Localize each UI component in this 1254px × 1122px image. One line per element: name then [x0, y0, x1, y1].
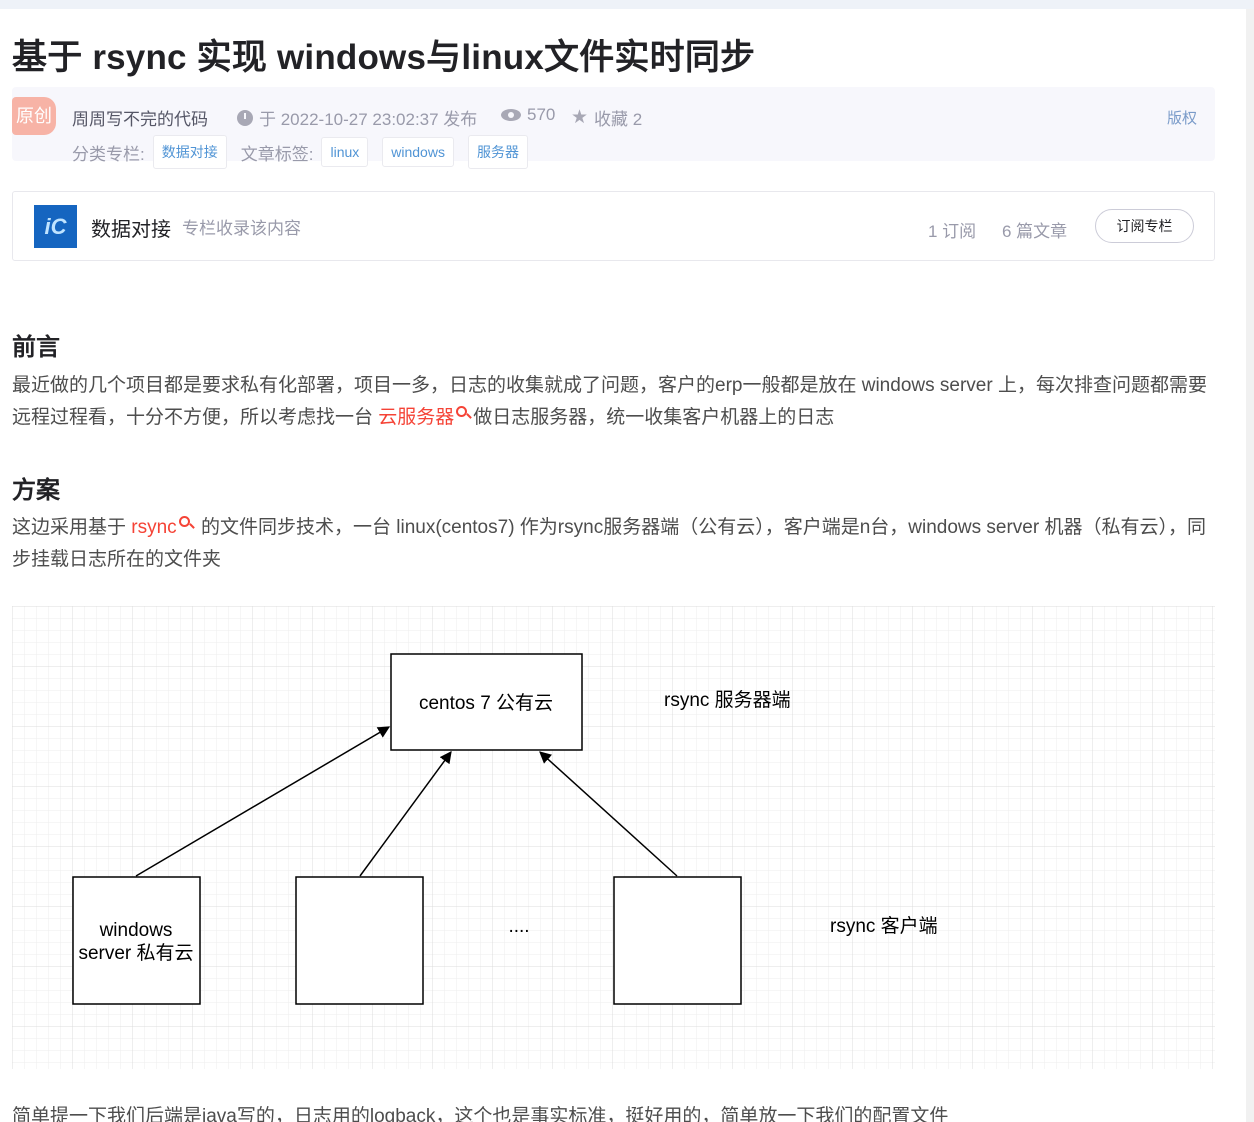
category-label: 分类专栏:: [72, 144, 145, 164]
view-count-text: 570: [527, 105, 556, 124]
paragraph-plan: 这边采用基于 rsync 的文件同步技术，一台 linux(centos7) 作…: [12, 512, 1217, 576]
favorite-count-text: 收藏 2: [594, 110, 643, 129]
server-node: centos 7 公有云: [390, 653, 583, 751]
paragraph-preface-text-b: 做日志服务器，统一收集客户机器上的日志: [473, 407, 835, 428]
tag-server[interactable]: 服务器: [467, 135, 528, 169]
paragraph-config-intro: 简单提一下我们后端是java写的，日志用的logback，这个也是事实标准，挺好…: [12, 1106, 949, 1122]
client-node-2: [295, 876, 424, 1005]
article-meta: 原创 周周写不完的代码 于 2022-10-27 23:02:37 发布 570…: [12, 87, 1215, 169]
client-node-windows-line1: windows: [99, 920, 173, 941]
column-name[interactable]: 数据对接: [91, 213, 171, 242]
client-node-windows: windows server 私有云: [72, 876, 201, 1005]
rsync-link[interactable]: rsync: [131, 517, 176, 538]
author-link[interactable]: 周周写不完的代码: [72, 105, 208, 130]
eye-icon: [501, 109, 521, 121]
server-node-label: centos 7 公有云: [419, 692, 553, 714]
clock-icon: [237, 109, 253, 126]
architecture-diagram: centos 7 公有云 rsync 服务器端 windows server 私…: [12, 606, 1215, 1069]
heading-plan: 方案: [12, 477, 60, 504]
cloud-server-link[interactable]: 云服务器: [378, 407, 454, 428]
paragraph-plan-text-a: 这边采用基于: [12, 517, 132, 538]
client-ellipsis: ....: [508, 916, 529, 937]
search-icon[interactable]: [178, 516, 190, 527]
article-title: 基于 rsync 实现 windows与linux文件实时同步: [12, 38, 756, 77]
column-article-count: 6 篇文章: [1002, 222, 1068, 241]
publish-date-text: 于 2022-10-27 23:02:37 发布: [259, 110, 478, 129]
server-side-label: rsync 服务器端: [664, 689, 791, 711]
column-logo[interactable]: iC: [34, 205, 77, 248]
client-node-windows-line2: server 私有云: [78, 942, 193, 964]
category-tag[interactable]: 数据对接: [152, 135, 227, 169]
copyright-link[interactable]: 版权: [1167, 107, 1197, 128]
tag-windows[interactable]: windows: [382, 137, 454, 167]
search-icon[interactable]: [456, 406, 468, 417]
client-side-label: rsync 客户端: [830, 915, 938, 937]
scrollbar-track[interactable]: [1246, 9, 1254, 1122]
tag-linux[interactable]: linux: [321, 137, 369, 167]
client-node-n: [613, 876, 742, 1005]
article-page: 基于 rsync 实现 windows与linux文件实时同步 原创 周周写不完…: [0, 9, 1246, 1122]
column-card: iC 数据对接 专栏收录该内容 1 订阅 6 篇文章 订阅专栏: [12, 191, 1215, 261]
column-desc: 专栏收录该内容: [182, 219, 301, 238]
column-subscribers: 1 订阅: [928, 222, 977, 241]
category-tags-row: 分类专栏: 数据对接 文章标签: linux windows 服务器: [72, 135, 542, 169]
tags-label: 文章标签:: [240, 144, 314, 164]
star-icon: ★: [571, 107, 589, 128]
favorite-button[interactable]: ★ 收藏 2: [571, 105, 642, 130]
subscribe-column-button[interactable]: 订阅专栏: [1095, 209, 1194, 243]
heading-preface: 前言: [12, 334, 60, 361]
view-count: 570: [501, 105, 555, 125]
original-badge: 原创: [12, 97, 56, 135]
paragraph-preface: 最近做的几个项目都是要求私有化部署，项目一多，日志的收集就成了问题，客户的erp…: [12, 370, 1217, 434]
publish-date: 于 2022-10-27 23:02:37 发布: [237, 105, 477, 130]
